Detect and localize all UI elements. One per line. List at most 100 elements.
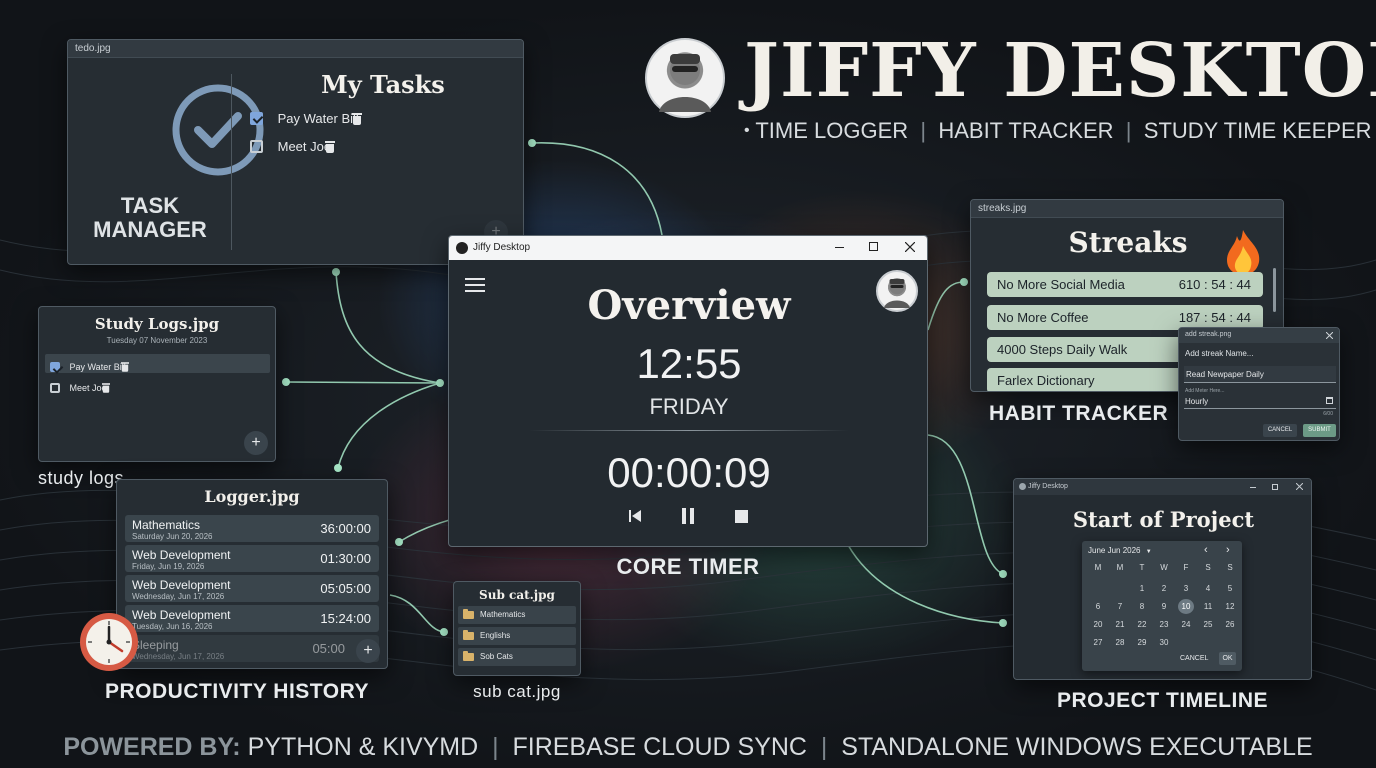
- streaks-file-label: streaks.jpg: [971, 200, 1283, 218]
- chevron-down-icon: ▼: [1145, 549, 1152, 555]
- main-window: Jiffy Desktop Overview 12:55 FRIDAY 00:0…: [448, 235, 928, 547]
- trash-icon[interactable]: [324, 141, 335, 153]
- streak-item[interactable]: No More Social Media 610 : 54 : 44: [987, 272, 1263, 297]
- cancel-button[interactable]: CANCEL: [1180, 655, 1208, 662]
- calendar-day[interactable]: 1: [1132, 581, 1152, 596]
- project-window-title: Jiffy Desktop: [1028, 483, 1068, 490]
- footer-divider: |: [813, 733, 835, 761]
- calendar-day[interactable]: 8: [1132, 599, 1152, 614]
- study-logs-date: Tuesday 07 November 2023: [106, 336, 208, 345]
- task-item[interactable]: Pay Water Bill: [250, 110, 508, 130]
- log-duration: 05:05:00: [320, 581, 371, 596]
- calendar-day[interactable]: 21: [1110, 617, 1130, 632]
- calendar-day[interactable]: 11: [1198, 599, 1218, 614]
- task-checkbox[interactable]: [50, 382, 60, 393]
- calendar-day[interactable]: 23: [1154, 617, 1174, 632]
- weekday-label: W: [1160, 563, 1168, 572]
- project-titlebar: Jiffy Desktop: [1014, 479, 1311, 495]
- maximize-icon[interactable]: [869, 242, 878, 251]
- subtitle-item-habit-tracker: HABIT TRACKER: [938, 118, 1114, 143]
- log-row[interactable]: Web Development Tuesday, Jun 16, 2026 15…: [125, 605, 379, 632]
- folder-icon: [463, 650, 474, 661]
- close-icon[interactable]: [905, 242, 915, 252]
- close-icon[interactable]: [1326, 332, 1333, 339]
- weekday-label: M: [1116, 563, 1124, 572]
- streaks-scrollbar[interactable]: [1273, 268, 1276, 312]
- task-checkbox[interactable]: [50, 361, 60, 372]
- calendar-icon[interactable]: [1326, 397, 1333, 404]
- calendar-day[interactable]: 12: [1220, 599, 1240, 614]
- month-selector[interactable]: June Jun 2026 ▼: [1088, 546, 1152, 555]
- pause-icon[interactable]: [681, 508, 695, 524]
- log-row[interactable]: Web Development Friday, Jun 19, 2026 01:…: [125, 545, 379, 572]
- folder-icon: [463, 629, 474, 640]
- calendar-day[interactable]: 26: [1220, 617, 1240, 632]
- add-log-button[interactable]: +: [356, 639, 380, 663]
- calendar-day[interactable]: 24: [1176, 617, 1196, 632]
- task-checkbox[interactable]: [250, 112, 263, 126]
- trash-icon[interactable]: [352, 113, 363, 125]
- minimize-icon[interactable]: [1250, 487, 1256, 488]
- prev-month-button[interactable]: ‹: [1204, 544, 1208, 556]
- study-logs-caption: study logs: [38, 468, 125, 488]
- footer-item-firebase: FIREBASE CLOUD SYNC: [512, 733, 807, 761]
- log-row[interactable]: Web Development Wednesday, Jun 17, 2026 …: [125, 575, 379, 602]
- calendar-day[interactable]: 7: [1110, 599, 1130, 614]
- calendar-day[interactable]: 3: [1176, 581, 1196, 596]
- calendar-day[interactable]: 29: [1132, 635, 1152, 650]
- calendar-day[interactable]: 28: [1110, 635, 1130, 650]
- subtitle-divider: |: [1119, 118, 1138, 143]
- footer-tagline: POWERED BY: PYTHON & KIVYMD | FIREBASE C…: [0, 733, 1376, 762]
- ok-button[interactable]: OK: [1219, 652, 1236, 665]
- sub-category-item[interactable]: Mathematics: [458, 606, 576, 624]
- calendar-day[interactable]: 22: [1132, 617, 1152, 632]
- calendar-day[interactable]: 10: [1178, 599, 1194, 614]
- add-streak-dialog: add streak.png Add streak Name... Read N…: [1178, 327, 1340, 441]
- streak-name-value: Read Newpaper Daily: [1186, 370, 1264, 379]
- calendar-day[interactable]: 2: [1154, 581, 1174, 596]
- calendar-day[interactable]: 5: [1220, 581, 1240, 596]
- folder-icon: [463, 608, 474, 619]
- flame-icon: [1227, 230, 1260, 275]
- log-row[interactable]: Mathematics Saturday Jun 20, 2026 36:00:…: [125, 515, 379, 542]
- streak-name-input[interactable]: Read Newpaper Daily: [1184, 366, 1336, 383]
- log-row[interactable]: Sleeping Wednesday, Jun 17, 2026 05:00: [125, 635, 379, 662]
- close-icon[interactable]: [1296, 483, 1303, 490]
- trash-icon[interactable]: [121, 362, 130, 372]
- calendar-day[interactable]: 9: [1154, 599, 1174, 614]
- calendar-day[interactable]: 25: [1198, 617, 1218, 632]
- maximize-icon[interactable]: [1272, 484, 1278, 490]
- hero-title: JIFFY DESKTOP: [744, 28, 1376, 114]
- calendar-day[interactable]: 4: [1198, 581, 1218, 596]
- weekday-label: M: [1094, 563, 1102, 572]
- next-month-button[interactable]: ›: [1226, 544, 1230, 556]
- current-day: FRIDAY: [649, 394, 729, 419]
- study-logs-heading: Study Logs.jpg: [94, 315, 220, 333]
- sub-category-caption: sub cat.jpg: [473, 682, 561, 701]
- calendar-day[interactable]: 20: [1088, 617, 1108, 632]
- log-duration: 01:30:00: [320, 551, 371, 566]
- skip-back-icon[interactable]: [628, 509, 642, 523]
- stop-icon[interactable]: [735, 510, 748, 523]
- trash-icon[interactable]: [102, 383, 111, 393]
- task-checkbox[interactable]: [250, 140, 263, 154]
- meter-input[interactable]: Hourly: [1184, 395, 1336, 409]
- task-label: Pay Water Bill: [69, 361, 126, 372]
- calendar-day[interactable]: 27: [1088, 635, 1108, 650]
- cancel-button[interactable]: CANCEL: [1263, 424, 1297, 437]
- sub-category-item[interactable]: Sob Cats: [458, 648, 576, 666]
- minimize-icon[interactable]: [835, 247, 844, 248]
- meter-label: Add Meter Here...: [1185, 388, 1225, 394]
- streak-duration: 610 : 54 : 44: [1178, 277, 1251, 292]
- submit-button[interactable]: SUBMIT: [1303, 424, 1336, 437]
- sub-category-label: Sob Cats: [480, 652, 513, 661]
- study-task-item[interactable]: Pay Water Bill: [45, 354, 270, 373]
- weekday-label: S: [1227, 563, 1233, 572]
- logger-heading: Logger.jpg: [204, 487, 300, 506]
- sub-category-item[interactable]: Englishs: [458, 627, 576, 645]
- task-item[interactable]: Meet Joe: [250, 138, 508, 158]
- calendar-day[interactable]: 6: [1088, 599, 1108, 614]
- calendar-day[interactable]: 30: [1154, 635, 1174, 650]
- add-study-log-button[interactable]: +: [244, 431, 268, 455]
- study-task-item[interactable]: Meet Joe: [45, 375, 270, 394]
